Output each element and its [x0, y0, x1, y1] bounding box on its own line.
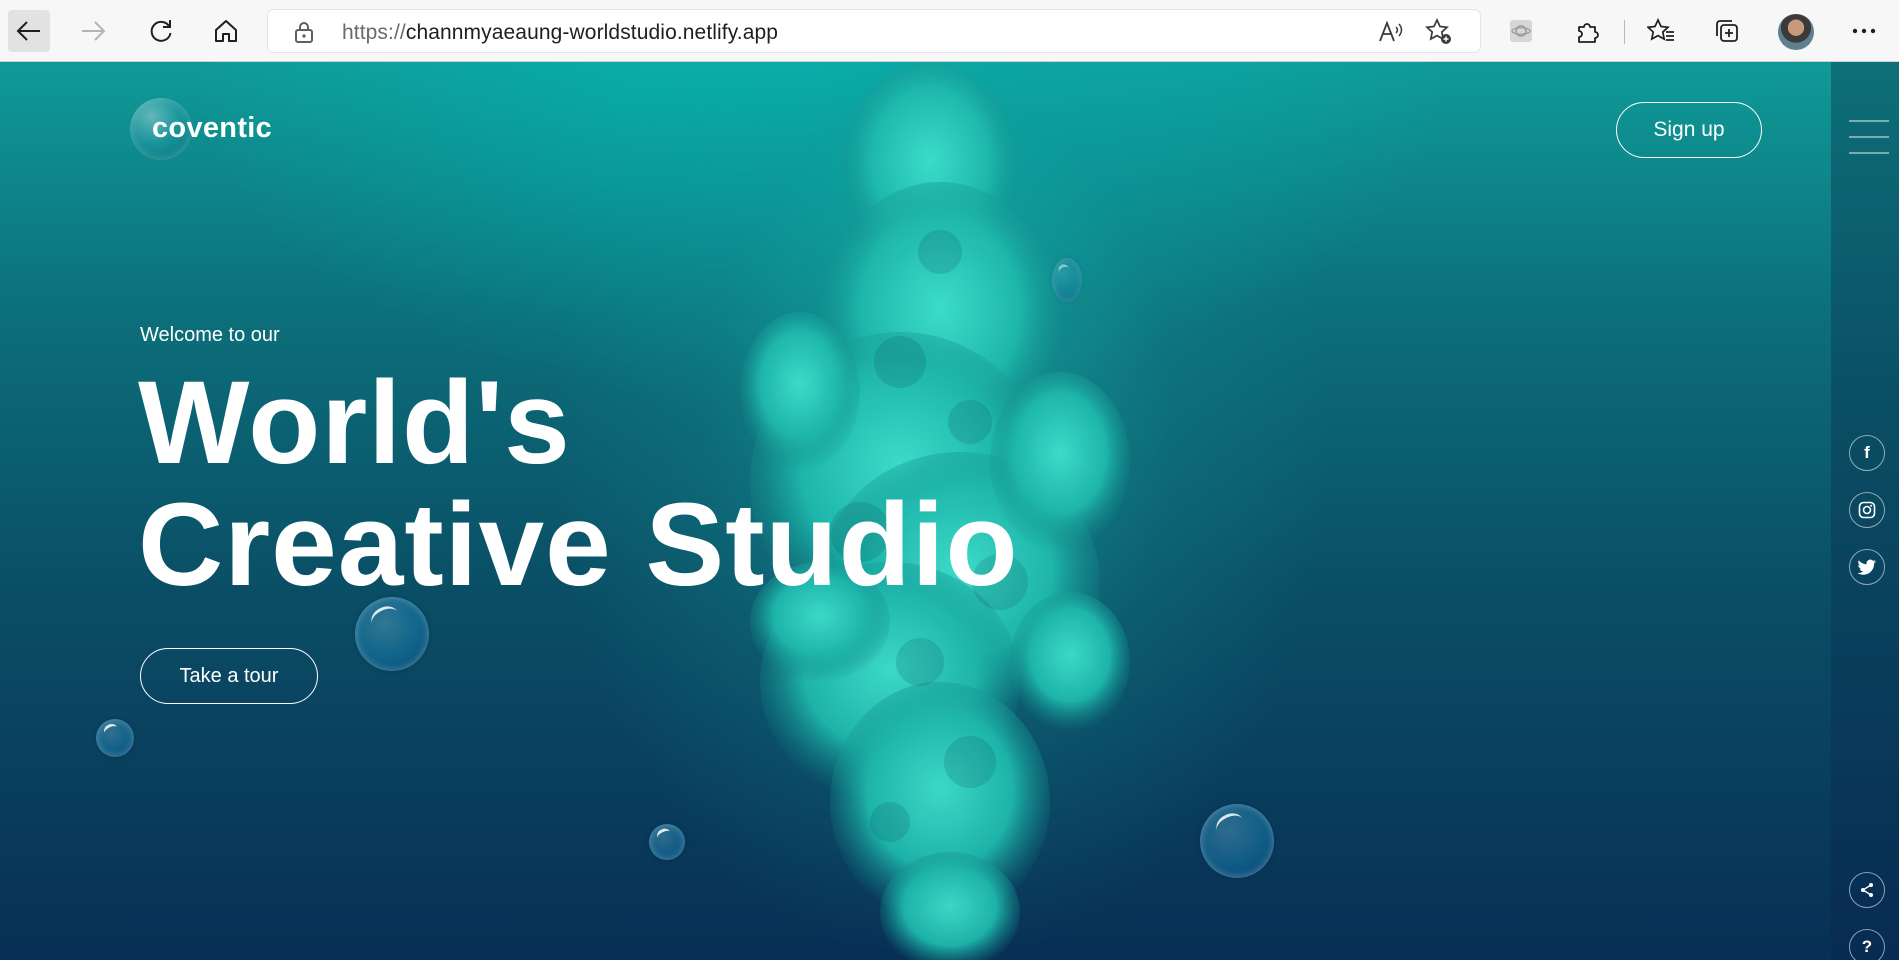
decorative-bubble: [1200, 804, 1274, 878]
help-button[interactable]: ?: [1849, 929, 1885, 960]
add-favorite-button[interactable]: [1424, 17, 1454, 47]
headline-line-2: Creative Studio: [138, 479, 1019, 611]
more-button[interactable]: [1843, 10, 1885, 52]
menu-icon: [1849, 120, 1889, 122]
read-aloud-button[interactable]: [1376, 17, 1406, 47]
headline-line-1: World's: [138, 357, 571, 489]
decorative-bubble: [649, 824, 685, 860]
favorites-button[interactable]: [1640, 10, 1682, 52]
twitter-link[interactable]: [1849, 549, 1885, 585]
back-button[interactable]: [8, 10, 50, 52]
home-button[interactable]: [205, 10, 247, 52]
add-favorite-icon: [1425, 18, 1451, 44]
forward-icon: [82, 21, 106, 41]
extension-icon: [1510, 20, 1532, 42]
extensions-button[interactable]: [1567, 10, 1609, 52]
read-aloud-icon: [1379, 21, 1403, 42]
menu-button[interactable]: [1849, 120, 1889, 156]
signup-button[interactable]: Sign up: [1616, 102, 1762, 158]
take-tour-button[interactable]: Take a tour: [140, 648, 318, 704]
menu-icon: [1849, 136, 1889, 138]
url-protocol: https://: [342, 21, 406, 44]
collections-button[interactable]: [1706, 10, 1748, 52]
side-rail: f ?: [1831, 62, 1899, 960]
browser-toolbar: https://channmyaeaung-worldstudio.netlif…: [0, 0, 1899, 62]
instagram-icon: [1858, 501, 1876, 519]
home-icon: [215, 20, 237, 42]
site-logo[interactable]: coventic: [152, 112, 272, 145]
lock-icon: [295, 22, 313, 43]
profile-avatar[interactable]: [1778, 14, 1814, 50]
decorative-bubble: [1052, 258, 1082, 302]
menu-icon: [1849, 152, 1889, 154]
decorative-bubble: [96, 719, 134, 757]
share-icon: [1861, 883, 1873, 897]
collections-icon: [1716, 20, 1738, 42]
url-host: channmyaeaung-worldstudio.netlify.app: [405, 21, 779, 44]
facebook-link[interactable]: f: [1849, 435, 1885, 471]
extension-button[interactable]: [1500, 10, 1542, 52]
welcome-text: Welcome to our: [140, 324, 280, 346]
share-button[interactable]: [1849, 872, 1885, 908]
url-text[interactable]: https://channmyaeaung-worldstudio.netlif…: [342, 21, 778, 45]
hero-headline: World's Creative Studio: [138, 362, 1019, 606]
puzzle-icon: [1578, 23, 1599, 43]
facebook-icon: f: [1864, 443, 1870, 462]
address-bar[interactable]: https://channmyaeaung-worldstudio.netlif…: [268, 10, 1480, 52]
favorites-icon: [1647, 18, 1674, 41]
back-icon: [16, 21, 40, 41]
refresh-button[interactable]: [140, 10, 182, 52]
forward-button[interactable]: [72, 10, 114, 52]
instagram-link[interactable]: [1849, 492, 1885, 528]
toolbar-divider: [1624, 20, 1625, 44]
hero-section: coventic Sign up Welcome to our World's …: [0, 62, 1831, 960]
more-icon: [1852, 28, 1876, 34]
twitter-icon: [1857, 559, 1876, 575]
refresh-icon: [150, 20, 172, 42]
help-icon: ?: [1861, 937, 1873, 956]
